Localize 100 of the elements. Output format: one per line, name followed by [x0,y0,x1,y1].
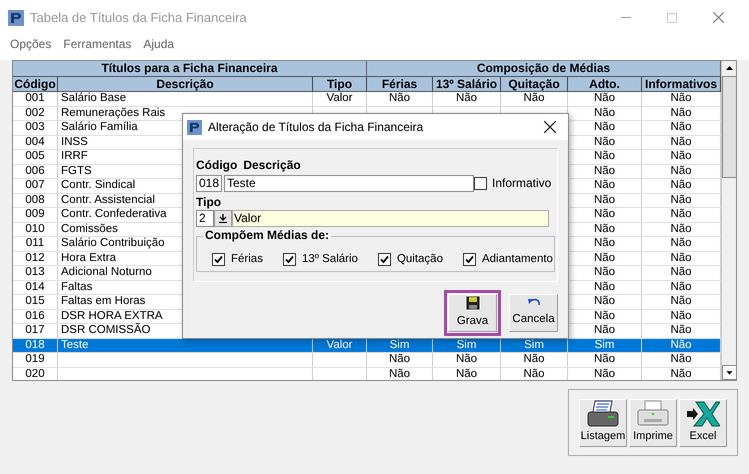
table-cell: 019 [25,353,45,366]
table-cell: Não [594,222,616,236]
table-cell: Não [594,106,616,120]
table-cell: Não [670,121,692,134]
table-cell: Não [594,164,616,178]
table-cell: Não [594,266,616,280]
table-cell: Salário Base [61,92,126,106]
table-cell: 013 [25,266,45,280]
table-cell: 018 [25,338,45,352]
table-cell: 020 [25,368,45,380]
table-cell: Contr. Confederativa [61,208,166,222]
checkbox-label: Adiantamento [482,252,553,267]
table-cell: Não [670,280,692,294]
window-title: Tabela de Títulos da Ficha Financeira [30,8,247,27]
table-cell: Não [523,353,545,366]
table-cell: DSR COMISSÃO [61,324,150,338]
table-cell: 016 [25,310,45,323]
table-cell: Não [670,252,692,265]
table-cell: Não [670,92,692,106]
table-cell: 014 [25,280,45,294]
table-cell: Não [456,368,478,380]
table-cell: DSR HORA EXTRA [61,310,163,323]
table-cell: 012 [25,252,45,265]
table-cell: Contr. Sindical [61,179,136,192]
group-header: Títulos para a Ficha Financeira [13,61,367,76]
checkbox-label: 13º Salário [302,252,358,267]
table-cell: Não [594,353,616,366]
table-cell: Comissões [61,222,118,236]
table-cell: Valor [326,92,352,106]
table-cell: Salário Família [61,121,138,134]
table-cell: 001 [25,92,45,106]
table-cell: Não [594,179,616,192]
table-cell: Não [670,324,692,338]
field-label: Código [196,159,238,172]
table-cell: Não [670,208,692,222]
table-cell: Não [456,353,478,366]
table-cell: Faltas [61,280,92,294]
table-cell: 011 [26,237,44,250]
table-cell: Não [594,194,616,207]
table-cell: Não [594,368,616,380]
table-cell: Não [594,136,616,149]
table-cell: Não [670,310,692,323]
dialog-title: Alteração de Títulos da Ficha Financeira [208,119,424,136]
table-cell: 008 [25,194,45,207]
table-cell: 017 [25,324,45,338]
table-cell: Não [670,295,692,308]
table-cell: Não [523,92,545,106]
table-cell: 004 [25,136,45,149]
table-cell: Não [523,368,545,380]
table-cell: Sim [456,338,476,352]
table-cell: Não [670,353,692,366]
table-cell: Remunerações Rais [61,106,166,120]
table-cell: Não [670,222,692,236]
table-cell: Não [388,353,410,366]
table-cell: 006 [25,164,45,178]
table-cell: Não [670,106,692,120]
checkbox-label: Quitação [396,252,443,267]
table-cell: Não [670,136,692,149]
checkbox-label: Informativo [492,175,552,192]
table-cell: Teste [61,338,88,352]
table-cell: Não [594,208,616,222]
table-cell: Não [670,164,692,178]
table-cell: Não [670,150,692,164]
table-cell: Não [594,237,616,250]
table-cell: 003 [25,121,45,134]
table-cell: Hora Extra [61,252,116,265]
table-cell: Salário Contribuição [61,237,165,250]
table-cell: Sim [594,338,614,352]
table-cell: 009 [25,208,45,222]
table-cell: Não [594,150,616,164]
field-label: Descrição [243,159,301,172]
table-cell: 010 [25,222,45,236]
table-cell: Não [456,92,478,106]
table-cell: Não [670,338,692,352]
table-cell: Não [670,194,692,207]
table-cell: Sim [524,338,544,352]
table-cell: Adicional Noturno [61,266,152,280]
table-cell: Não [594,280,616,294]
table-cell: Não [388,92,410,106]
table-cell: Não [670,368,692,380]
table-cell: 002 [25,106,45,120]
table-cell: Sim [390,338,410,352]
table-cell: Faltas em Horas [61,295,146,308]
table-cell: Não [388,368,410,380]
table-cell: Contr. Assistencial [61,194,155,207]
table-cell: Não [670,179,692,192]
table-cell: Não [594,121,616,134]
table-cell: Não [594,310,616,323]
table-cell: FGTS [61,164,92,178]
table-cell: 015 [25,295,45,308]
table-cell: Não [594,92,616,106]
group-legend: Compõem Médias de: [203,228,332,242]
table-cell: 005 [25,150,45,164]
table-cell: Valor [326,338,352,352]
field-label: Tipo [196,196,222,209]
table-cell: INSS [61,136,88,149]
table-cell: 007 [25,179,45,192]
checkbox-label: Férias [231,252,263,267]
table-cell: Não [594,295,616,308]
table-cell: Não [670,237,692,250]
